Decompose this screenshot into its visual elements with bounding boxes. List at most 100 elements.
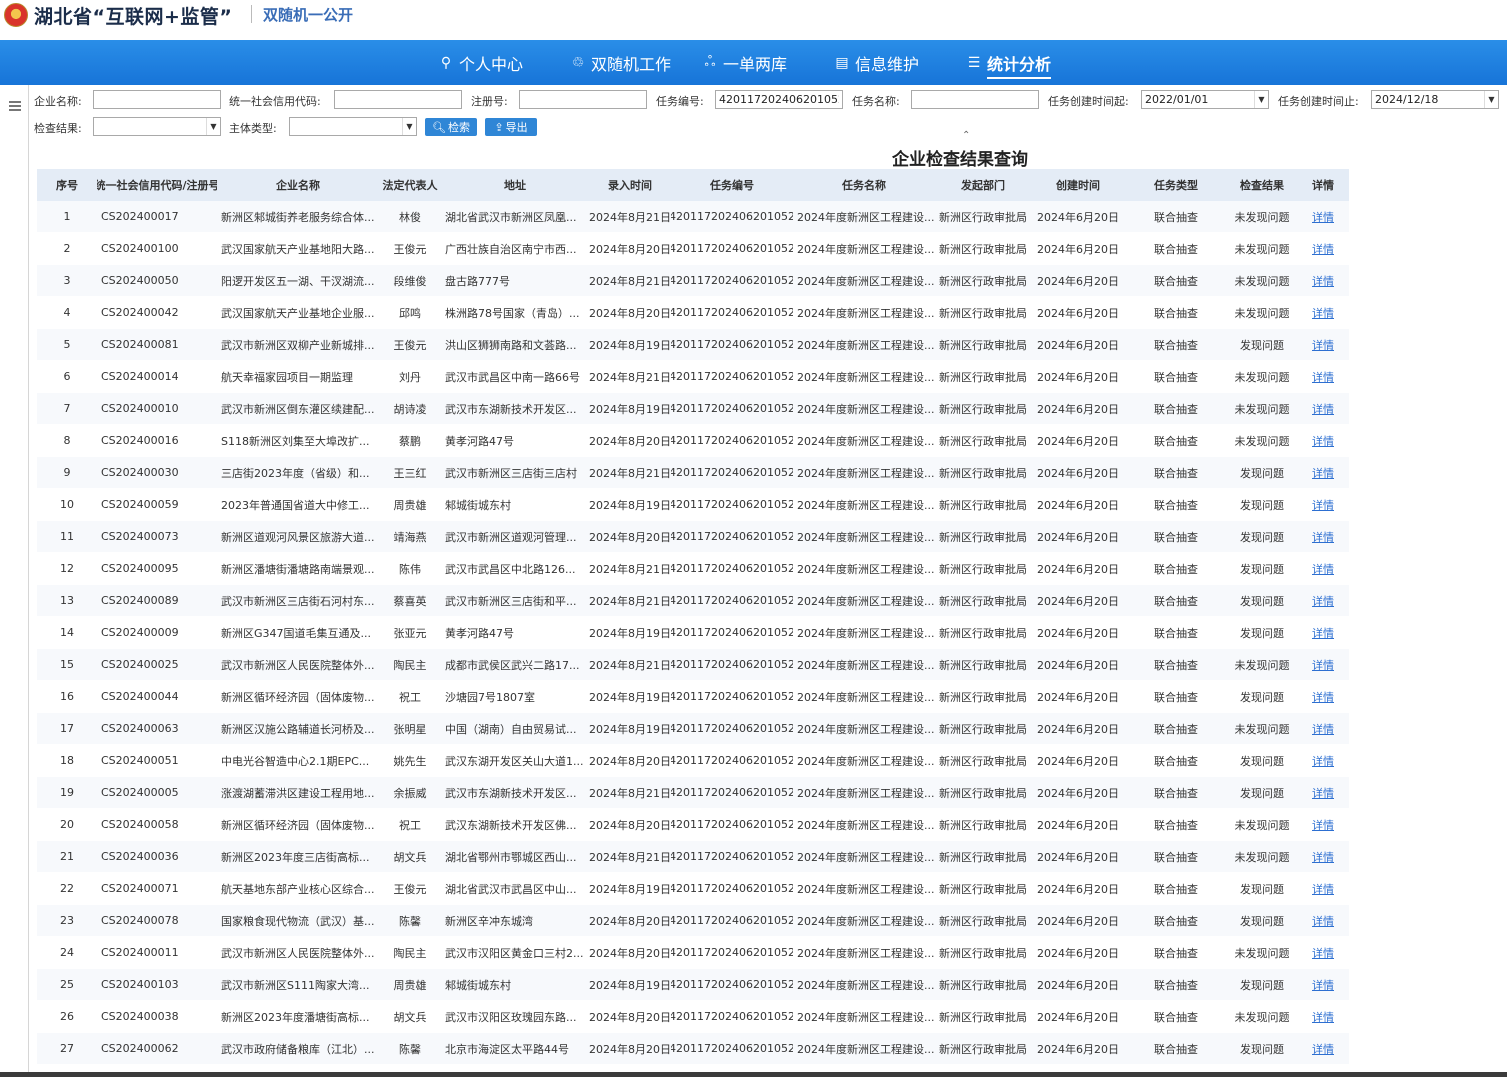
detail-link[interactable]: 详情 bbox=[1312, 337, 1334, 353]
detail-link[interactable]: 详情 bbox=[1312, 817, 1334, 833]
detail-link[interactable]: 详情 bbox=[1312, 625, 1334, 641]
created-to-date-picker[interactable]: 2024/12/18 ▼ bbox=[1371, 90, 1499, 109]
col-task-name: 2024年度新洲区工程建设... bbox=[797, 530, 935, 544]
detail-link[interactable]: 详情 bbox=[1312, 209, 1334, 225]
reg-no-input[interactable] bbox=[519, 90, 647, 109]
col-dept: 新洲区行政审批局 bbox=[939, 786, 1027, 800]
nav-label: 一单两库 bbox=[723, 55, 788, 74]
header-col-result: 检查结果 bbox=[1240, 179, 1284, 192]
col-detail: 详情 bbox=[1297, 361, 1349, 392]
col-task-type: 联合抽查 bbox=[1154, 562, 1198, 576]
col-credit-code: CS202400009 bbox=[101, 626, 179, 639]
detail-link[interactable]: 详情 bbox=[1312, 785, 1334, 801]
col-dept: 新洲区行政审批局 bbox=[939, 402, 1027, 416]
detail-link[interactable]: 详情 bbox=[1312, 241, 1334, 257]
col-task-no: 420117202406201052 bbox=[671, 978, 793, 991]
col-address: 武汉市新洲区三店街和平... bbox=[445, 594, 577, 608]
detail-link[interactable]: 详情 bbox=[1312, 657, 1334, 673]
col-legal-rep: 王三红 bbox=[393, 466, 427, 480]
col-task-name: 2024年度新洲区工程建设... bbox=[797, 274, 935, 288]
detail-link[interactable]: 详情 bbox=[1312, 305, 1334, 321]
chevron-down-icon[interactable]: ▼ bbox=[206, 118, 220, 135]
col-address: 湖北省武汉市新洲区凤凰... bbox=[445, 210, 577, 224]
col-credit-code: CS202400036 bbox=[101, 850, 179, 863]
col-seq: 21 bbox=[60, 850, 74, 863]
col-task-no: 420117202406201052 bbox=[671, 786, 793, 799]
col-entry-time: 2024年8月20日 bbox=[589, 530, 671, 544]
col-task-name: 2024年度新洲区工程建设... bbox=[797, 626, 935, 640]
col-created-time: 2024年6月20日 bbox=[1037, 882, 1119, 896]
nav-personal-center[interactable]: ⚲ 个人中心 bbox=[438, 51, 523, 75]
header-col-detail: 详情 bbox=[1312, 179, 1334, 192]
nav-double-random-work[interactable]: ♲ 双随机工作 bbox=[570, 51, 671, 75]
col-seq: 10 bbox=[60, 498, 74, 511]
col-dept: 新洲区行政审批局 bbox=[939, 274, 1027, 288]
detail-link[interactable]: 详情 bbox=[1312, 561, 1334, 577]
site-subtitle: 双随机一公开 bbox=[263, 6, 354, 24]
col-result: 未发现问题 bbox=[1234, 402, 1290, 416]
col-legal-rep: 邱鸣 bbox=[399, 306, 421, 320]
result-select[interactable]: ▼ bbox=[93, 117, 221, 136]
search-button[interactable]: 🔍︎ 检索 bbox=[425, 118, 477, 136]
detail-link[interactable]: 详情 bbox=[1312, 1041, 1334, 1057]
nav-one-list-two-libraries[interactable]: ஃ 一单两库 bbox=[702, 51, 788, 75]
col-result: 未发现问题 bbox=[1234, 658, 1290, 672]
detail-link[interactable]: 详情 bbox=[1312, 689, 1334, 705]
header-col-task-no: 任务编号 bbox=[710, 179, 754, 192]
col-result: 发现问题 bbox=[1240, 1042, 1284, 1056]
col-address: 武汉市东湖新技术开发区... bbox=[445, 786, 577, 800]
detail-link[interactable]: 详情 bbox=[1312, 945, 1334, 961]
detail-link[interactable]: 详情 bbox=[1312, 497, 1334, 513]
col-detail: 详情 bbox=[1297, 841, 1349, 872]
col-legal-rep: 陶民主 bbox=[393, 658, 427, 672]
detail-link[interactable]: 详情 bbox=[1312, 881, 1334, 897]
detail-link[interactable]: 详情 bbox=[1312, 273, 1334, 289]
chevron-down-icon[interactable]: ▼ bbox=[1254, 91, 1268, 108]
col-credit-code: CS202400038 bbox=[101, 1010, 179, 1023]
created-from-date-picker[interactable]: 2022/01/01 ▼ bbox=[1141, 90, 1269, 109]
export-button[interactable]: ⇪ 导出 bbox=[485, 118, 537, 136]
col-dept: 新洲区行政审批局 bbox=[939, 498, 1027, 512]
nav-label: 个人中心 bbox=[459, 55, 524, 74]
collapse-filters-icon[interactable]: ⌃ bbox=[962, 130, 970, 141]
detail-link[interactable]: 详情 bbox=[1312, 593, 1334, 609]
task-name-input[interactable] bbox=[911, 90, 1039, 109]
detail-link[interactable]: 详情 bbox=[1312, 721, 1334, 737]
detail-link[interactable]: 详情 bbox=[1312, 465, 1334, 481]
company-name-input[interactable] bbox=[93, 90, 221, 109]
col-result: 未发现问题 bbox=[1234, 370, 1290, 384]
col-task-type: 联合抽查 bbox=[1154, 754, 1198, 768]
subject-type-select[interactable]: ▼ bbox=[289, 117, 417, 136]
task-no-input[interactable] bbox=[715, 90, 843, 109]
detail-link[interactable]: 详情 bbox=[1312, 849, 1334, 865]
detail-link[interactable]: 详情 bbox=[1312, 433, 1334, 449]
nav-statistics-analysis[interactable]: ☰ 统计分析 bbox=[966, 51, 1052, 79]
detail-link[interactable]: 详情 bbox=[1312, 369, 1334, 385]
nav-label: 双随机工作 bbox=[591, 55, 672, 74]
detail-link[interactable]: 详情 bbox=[1312, 529, 1334, 545]
chevron-down-icon[interactable]: ▼ bbox=[402, 118, 416, 135]
table-row: 6 CS202400014 航天幸福家园项目一期监理 刘丹 武汉市武昌区中南一路66号 2… bbox=[37, 361, 1349, 393]
chevron-down-icon[interactable]: ▼ bbox=[1484, 91, 1498, 108]
nav-info-maintenance[interactable]: ▤ 信息维护 bbox=[834, 51, 919, 75]
hamburger-menu-icon[interactable] bbox=[9, 101, 21, 111]
left-sidebar bbox=[0, 85, 29, 1077]
col-created-time: 2024年6月20日 bbox=[1037, 594, 1119, 608]
detail-link[interactable]: 详情 bbox=[1312, 913, 1334, 929]
col-detail: 详情 bbox=[1297, 617, 1349, 648]
col-legal-rep: 蔡喜英 bbox=[393, 594, 427, 608]
col-detail: 详情 bbox=[1297, 233, 1349, 264]
col-task-type: 联合抽查 bbox=[1154, 722, 1198, 736]
credit-code-input[interactable] bbox=[334, 90, 462, 109]
detail-link[interactable]: 详情 bbox=[1312, 401, 1334, 417]
col-company-name: 武汉市新洲区双柳产业新城排... bbox=[221, 338, 375, 352]
nav-label: 信息维护 bbox=[855, 55, 920, 74]
detail-link[interactable]: 详情 bbox=[1312, 1009, 1334, 1025]
col-legal-rep: 祝工 bbox=[399, 690, 421, 704]
detail-link[interactable]: 详情 bbox=[1312, 977, 1334, 993]
detail-link[interactable]: 详情 bbox=[1312, 753, 1334, 769]
col-task-no: 420117202406201052 bbox=[671, 1010, 793, 1023]
col-credit-code: CS202400044 bbox=[101, 690, 179, 703]
col-credit-code: CS202400025 bbox=[101, 658, 179, 671]
col-task-name: 2024年度新洲区工程建设... bbox=[797, 306, 935, 320]
